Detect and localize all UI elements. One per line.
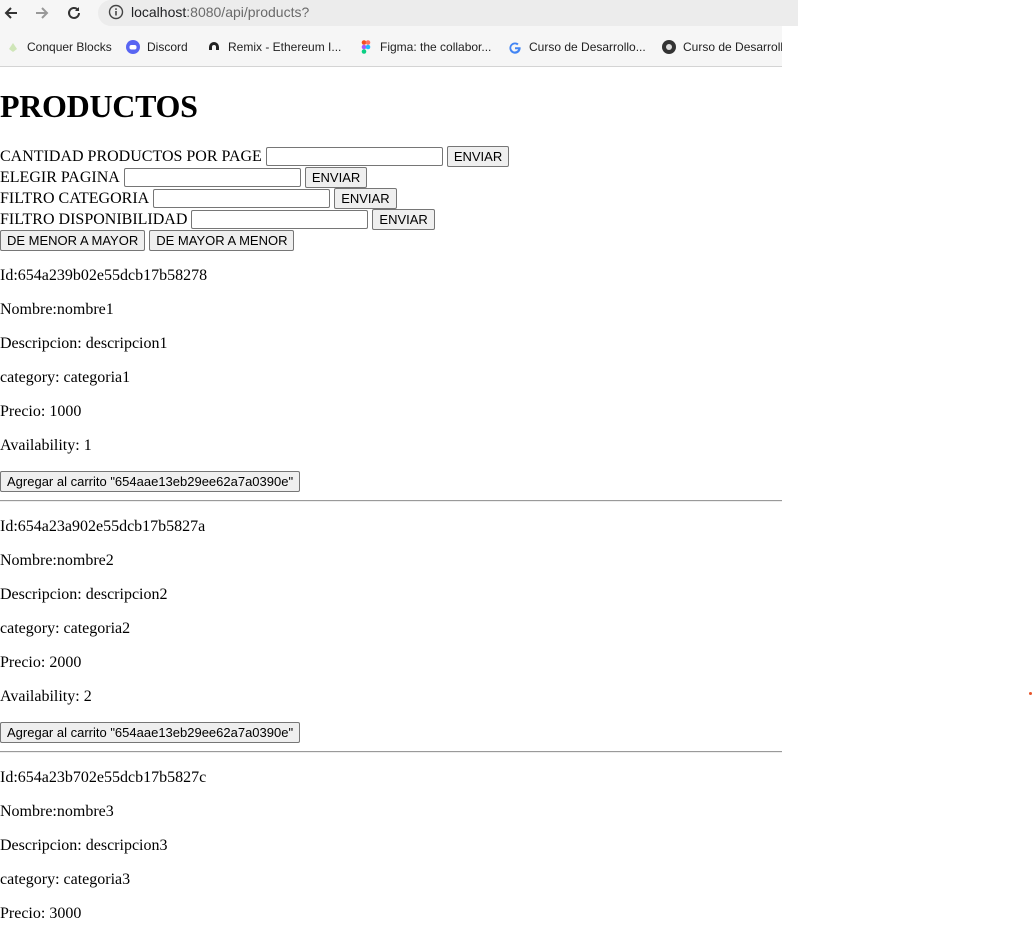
product-divider bbox=[0, 751, 782, 753]
page-select-form: ELEGIR PAGINA ENVIAR bbox=[0, 167, 782, 188]
availability-filter-label: FILTRO DISPONIBILIDAD bbox=[0, 211, 188, 228]
page-title: PRODUCTOS bbox=[0, 88, 198, 124]
products-per-page-submit-button[interactable]: ENVIAR bbox=[446, 146, 510, 167]
page-select-label: ELEGIR PAGINA bbox=[0, 169, 120, 186]
bookmark-conquer-blocks[interactable]: Conquer Blocks bbox=[6, 38, 112, 56]
browser-chrome: localhost:8080/api/products? Conquer Blo… bbox=[0, 0, 798, 67]
category-filter-submit-button[interactable]: ENVIAR bbox=[334, 188, 397, 209]
product-name: Nombre:nombre3 bbox=[0, 803, 114, 820]
availability-filter-submit-button[interactable]: ENVIAR bbox=[372, 209, 435, 230]
sort-controls: DE MENOR A MAYOR DE MAYOR A MENOR bbox=[0, 230, 782, 251]
bookmark-remix[interactable]: Remix - Ethereum I... bbox=[207, 38, 341, 56]
page-select-submit-button[interactable]: ENVIAR bbox=[304, 167, 368, 188]
add-to-cart-button[interactable]: Agregar al carrito "654aae13eb29ee62a7a0… bbox=[0, 722, 301, 743]
reload-icon[interactable] bbox=[63, 2, 85, 24]
availability-filter-form: FILTRO DISPONIBILIDAD ENVIAR bbox=[0, 209, 782, 230]
product-name: Nombre:nombre2 bbox=[0, 552, 114, 569]
product-price: Precio: 3000 bbox=[0, 905, 82, 922]
category-filter-label: FILTRO CATEGORIA bbox=[0, 190, 150, 207]
forward-arrow-icon[interactable] bbox=[31, 2, 53, 24]
address-bar[interactable]: localhost:8080/api/products? bbox=[98, 0, 798, 26]
product-description: Descripcion: descripcion1 bbox=[0, 335, 168, 352]
category-filter-form: FILTRO CATEGORIA ENVIAR bbox=[0, 188, 782, 209]
product-item: Id:654a23a902e55dcb17b5827a Nombre:nombr… bbox=[0, 518, 782, 753]
page-select-input[interactable] bbox=[123, 168, 301, 187]
sort-ascending-button[interactable]: DE MENOR A MAYOR bbox=[0, 230, 146, 251]
product-item: Id:654a239b02e55dcb17b58278 Nombre:nombr… bbox=[0, 267, 782, 502]
discord-icon bbox=[126, 40, 140, 54]
category-filter-input[interactable] bbox=[153, 189, 331, 208]
google-icon bbox=[509, 42, 521, 54]
figma-icon bbox=[361, 40, 371, 54]
product-description: Descripcion: descripcion3 bbox=[0, 837, 168, 854]
sort-descending-button[interactable]: DE MAYOR A MENOR bbox=[149, 230, 295, 251]
products-per-page-label: CANTIDAD PRODUCTOS POR PAGE bbox=[0, 148, 262, 165]
products-per-page-input[interactable] bbox=[265, 147, 443, 166]
product-category: category: categoria3 bbox=[0, 871, 131, 888]
page-content: PRODUCTOS CANTIDAD PRODUCTOS POR PAGE EN… bbox=[0, 67, 782, 939]
product-availability: Availability: 2 bbox=[0, 688, 92, 705]
bookmark-google-course[interactable]: Curso de Desarrollo... bbox=[508, 38, 646, 56]
product-id: Id:654a23b702e55dcb17b5827c bbox=[0, 769, 207, 786]
product-price: Precio: 2000 bbox=[0, 654, 82, 671]
product-description: Descripcion: descripcion2 bbox=[0, 586, 168, 603]
product-category: category: categoria2 bbox=[0, 620, 131, 637]
bookmarks-bar: Conquer Blocks Discord Remix - Ethereum … bbox=[0, 36, 782, 58]
site-info-icon[interactable] bbox=[108, 4, 124, 23]
cursor-dot bbox=[1029, 692, 1032, 695]
product-name: Nombre:nombre1 bbox=[0, 301, 114, 318]
url-text: localhost:8080/api/products? bbox=[131, 4, 310, 20]
add-to-cart-button[interactable]: Agregar al carrito "654aae13eb29ee62a7a0… bbox=[0, 471, 301, 492]
conquer-blocks-icon bbox=[9, 43, 17, 52]
product-price: Precio: 1000 bbox=[0, 403, 82, 420]
products-per-page-form: CANTIDAD PRODUCTOS POR PAGE ENVIAR bbox=[0, 146, 782, 167]
bookmark-discord[interactable]: Discord bbox=[126, 38, 188, 56]
course-icon bbox=[662, 40, 676, 54]
product-id: Id:654a239b02e55dcb17b58278 bbox=[0, 267, 208, 284]
bookmark-course[interactable]: Curso de Desarroll bbox=[662, 38, 782, 56]
back-arrow-icon[interactable] bbox=[0, 2, 22, 24]
bookmark-figma[interactable]: Figma: the collabor... bbox=[359, 38, 491, 56]
product-item: Id:654a23b702e55dcb17b5827c Nombre:nombr… bbox=[0, 769, 782, 923]
availability-filter-input[interactable] bbox=[191, 210, 369, 229]
product-divider bbox=[0, 500, 782, 502]
product-availability: Availability: 1 bbox=[0, 437, 92, 454]
product-category: category: categoria1 bbox=[0, 369, 131, 386]
product-id: Id:654a23a902e55dcb17b5827a bbox=[0, 518, 206, 535]
remix-icon bbox=[209, 42, 219, 50]
